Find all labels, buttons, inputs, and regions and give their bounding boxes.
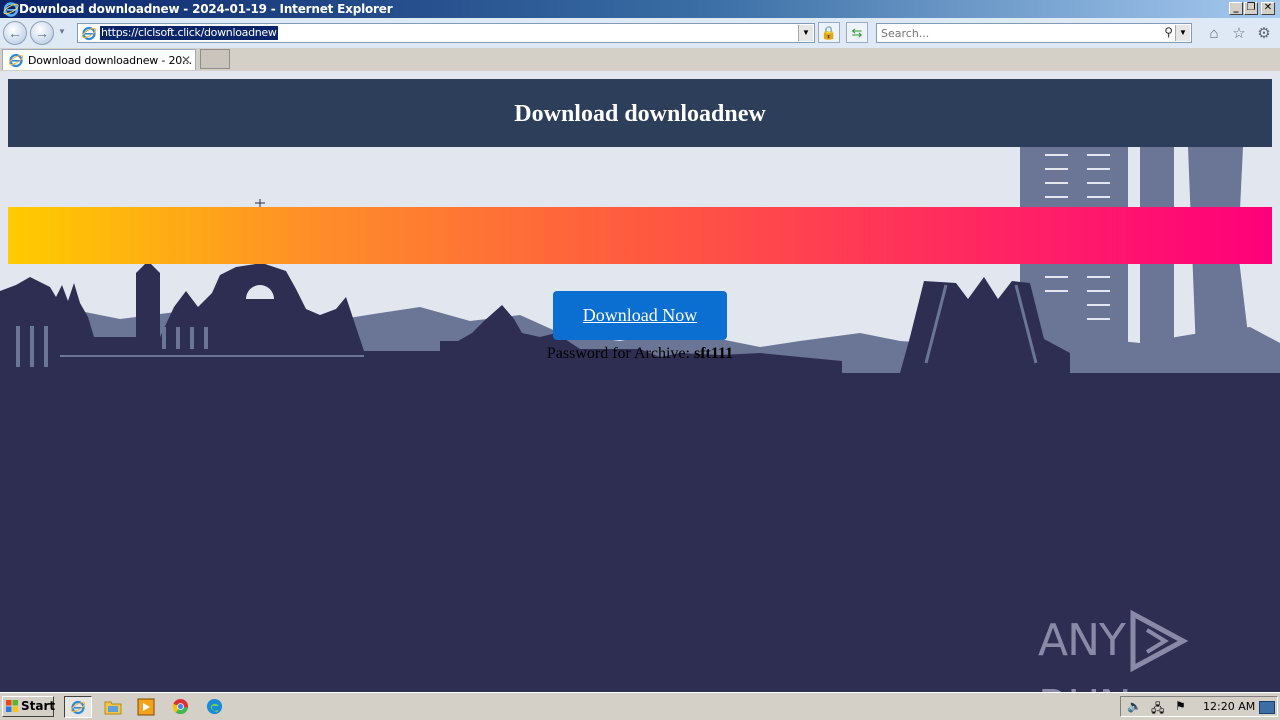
tab-bar: Download downloadnew - 20... ✕ xyxy=(0,48,1280,71)
window-title: Download downloadnew - 2024-01-19 - Inte… xyxy=(19,2,393,16)
anyrun-watermark: ANY RUN xyxy=(1038,608,1280,692)
home-icon[interactable]: ⌂ xyxy=(1205,25,1223,43)
close-tab-icon[interactable]: ✕ xyxy=(181,53,191,67)
refresh-icon: ⇆ xyxy=(851,25,863,40)
play-logo-icon xyxy=(1130,609,1189,673)
favorites-star-icon[interactable]: ☆ xyxy=(1230,25,1248,43)
start-label: Start xyxy=(21,699,56,713)
show-desktop-icon[interactable] xyxy=(1259,701,1275,714)
search-dropdown-icon[interactable]: ▼ xyxy=(1175,25,1190,41)
chrome-icon xyxy=(172,698,189,715)
watermark-right-text: RUN xyxy=(1038,681,1132,692)
taskbar-chrome-button[interactable] xyxy=(167,696,195,718)
close-window-button[interactable]: ✕ xyxy=(1261,2,1275,15)
taskbar-media-player-button[interactable] xyxy=(133,696,161,718)
network-icon[interactable]: 🖧 xyxy=(1151,699,1164,720)
search-box[interactable]: ⚲ ▼ xyxy=(876,23,1192,43)
address-bar[interactable]: https://clclsoft.click/downloadnew ▼ xyxy=(77,23,815,43)
action-center-flag-icon[interactable]: ⚑ xyxy=(1175,699,1186,713)
window-title-bar: Download downloadnew - 2024-01-19 - Inte… xyxy=(0,0,1280,18)
settings-gear-icon[interactable]: ⚙ xyxy=(1255,25,1273,43)
password-label: Password for Archive: xyxy=(546,345,690,362)
security-lock-button[interactable]: 🔒 xyxy=(818,22,840,43)
minimize-button[interactable]: _ xyxy=(1229,2,1243,15)
taskbar-explorer-button[interactable] xyxy=(99,696,127,718)
edge-icon xyxy=(206,698,223,715)
search-input[interactable] xyxy=(879,25,1153,41)
taskbar-ie-button[interactable] xyxy=(64,696,92,718)
forward-arrow-icon: → xyxy=(35,25,49,41)
watermark-left-text: ANY xyxy=(1038,615,1126,666)
windows-flag-icon xyxy=(6,700,18,712)
search-icon[interactable]: ⚲ xyxy=(1164,25,1173,39)
download-now-button[interactable]: Download Now xyxy=(553,291,727,340)
gradient-banner xyxy=(8,207,1272,264)
clock[interactable]: 12:20 AM xyxy=(1203,700,1255,713)
system-tray: 🔈 🖧 ⚑ 12:20 AM xyxy=(1120,696,1278,717)
internet-explorer-icon xyxy=(70,700,86,715)
taskbar-edge-button[interactable] xyxy=(201,696,229,718)
page-title: Download downloadnew xyxy=(514,101,766,127)
history-dropdown-icon[interactable]: ▼ xyxy=(58,27,66,36)
city-skyline-illustration xyxy=(0,147,1280,692)
password-value: sft111 xyxy=(693,345,734,362)
page-header: Download downloadnew xyxy=(8,79,1272,147)
back-arrow-icon: ← xyxy=(8,25,22,41)
volume-icon[interactable]: 🔈 xyxy=(1127,699,1142,713)
taskbar: Start 🔈 🖧 ⚑ 12:20 AM xyxy=(0,692,1280,720)
refresh-button[interactable]: ⇆ xyxy=(846,22,868,43)
back-button[interactable]: ← xyxy=(3,21,27,45)
page-content: Download downloadnew Download Now Passwo… xyxy=(0,71,1280,692)
navigation-bar: ← → ▼ https://clclsoft.click/downloadnew… xyxy=(0,18,1280,49)
archive-password-text: Password for Archive: sft111 xyxy=(0,345,1280,363)
internet-explorer-icon xyxy=(3,2,19,17)
tab-label: Download downloadnew - 20... xyxy=(28,54,192,67)
restore-button[interactable]: ❐ xyxy=(1244,2,1258,15)
new-tab-button[interactable] xyxy=(200,49,230,69)
folder-icon xyxy=(104,701,122,715)
media-player-icon xyxy=(137,698,155,716)
lock-icon: 🔒 xyxy=(820,25,838,40)
address-url[interactable]: https://clclsoft.click/downloadnew xyxy=(100,26,278,40)
tab-download[interactable]: Download downloadnew - 20... ✕ xyxy=(2,49,196,70)
address-dropdown-icon[interactable]: ▼ xyxy=(798,25,813,41)
start-button[interactable]: Start xyxy=(2,696,56,717)
ie-page-icon xyxy=(81,26,97,41)
ie-page-icon xyxy=(8,53,24,68)
forward-button[interactable]: → xyxy=(30,21,54,45)
